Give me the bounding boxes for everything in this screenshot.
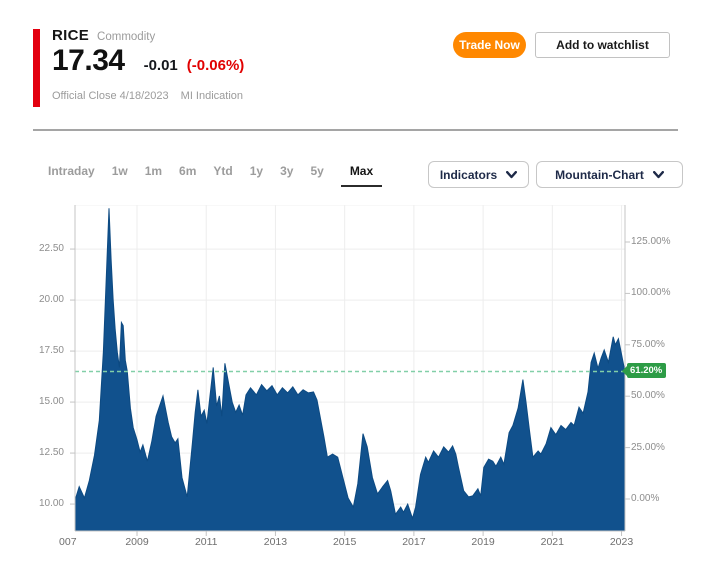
mountain-chart-plot[interactable] xyxy=(70,205,630,538)
price-row: 17.34 -0.01 (-0.06%) xyxy=(52,44,244,78)
x-axis-year-label: 2023 xyxy=(600,536,644,548)
current-price: 17.34 xyxy=(52,44,125,78)
x-axis-year-label: 2021 xyxy=(530,536,574,548)
tab-range-3y[interactable]: 3y xyxy=(280,164,293,178)
price-change-percent: (-0.06%) xyxy=(187,57,245,74)
tab-range-5y[interactable]: 5y xyxy=(310,164,323,178)
price-area-series xyxy=(75,208,625,531)
indication-label: MI Indication xyxy=(181,90,243,102)
tab-range-max[interactable]: Max xyxy=(341,164,382,187)
chart-type-dropdown[interactable]: Mountain-Chart xyxy=(536,161,683,188)
tab-range-intraday[interactable]: Intraday xyxy=(48,164,95,178)
y-axis-right-label: 125.00% xyxy=(631,236,670,247)
add-to-watchlist-button[interactable]: Add to watchlist xyxy=(535,32,670,58)
chevron-down-icon xyxy=(506,171,517,179)
indicators-dropdown[interactable]: Indicators xyxy=(428,161,529,188)
y-axis-left-label: 17.50 xyxy=(0,345,64,356)
y-axis-right-label: 100.00% xyxy=(631,287,670,298)
current-change-badge: 61.20% xyxy=(627,363,666,378)
symbol-name: RICE xyxy=(52,27,89,44)
y-axis-left-label: 15.00 xyxy=(0,396,64,407)
x-axis-year-label: 007 xyxy=(46,536,90,548)
trade-now-button[interactable]: Trade Now xyxy=(453,32,526,58)
y-axis-right-label: 50.00% xyxy=(631,390,665,401)
y-axis-right-label: 75.00% xyxy=(631,339,665,350)
x-axis-year-label: 2011 xyxy=(184,536,228,548)
price-chart: 22.50 20.00 17.50 15.00 12.50 10.00 125.00% 100… xyxy=(0,195,710,571)
official-close-label: Official Close 4/18/2023 xyxy=(52,90,169,102)
indicators-dropdown-label: Indicators xyxy=(440,168,497,182)
chart-type-dropdown-label: Mountain-Chart xyxy=(555,168,644,182)
x-axis-year-label: 2019 xyxy=(461,536,505,548)
current-change-badge-label: 61.20% xyxy=(630,365,662,376)
y-axis-left-label: 22.50 xyxy=(0,243,64,254)
price-change-absolute: -0.01 xyxy=(144,57,178,74)
close-info-row: Official Close 4/18/2023 MI Indication xyxy=(52,90,243,102)
tab-range-1m[interactable]: 1m xyxy=(145,164,162,178)
asset-type-label: Commodity xyxy=(97,31,155,43)
y-axis-right-label: 0.00% xyxy=(631,493,659,504)
tab-range-1y[interactable]: 1y xyxy=(250,164,263,178)
red-accent-bar xyxy=(33,29,40,107)
y-axis-left-label: 10.00 xyxy=(0,498,64,509)
x-axis-year-label: 2013 xyxy=(253,536,297,548)
header-divider xyxy=(33,129,678,131)
y-axis-left-label: 12.50 xyxy=(0,447,64,458)
time-range-tabs: Intraday 1w 1m 6m Ytd 1y 3y 5y Max xyxy=(48,164,382,187)
x-axis-year-label: 2009 xyxy=(115,536,159,548)
tab-range-6m[interactable]: 6m xyxy=(179,164,196,178)
chevron-down-icon xyxy=(653,171,664,179)
symbol-row: RICE Commodity xyxy=(52,27,155,44)
x-axis-year-label: 2015 xyxy=(323,536,367,548)
tab-range-1w[interactable]: 1w xyxy=(112,164,128,178)
y-axis-right-label: 25.00% xyxy=(631,442,665,453)
tab-range-ytd[interactable]: Ytd xyxy=(213,164,232,178)
x-axis-year-label: 2017 xyxy=(392,536,436,548)
y-axis-left-label: 20.00 xyxy=(0,294,64,305)
